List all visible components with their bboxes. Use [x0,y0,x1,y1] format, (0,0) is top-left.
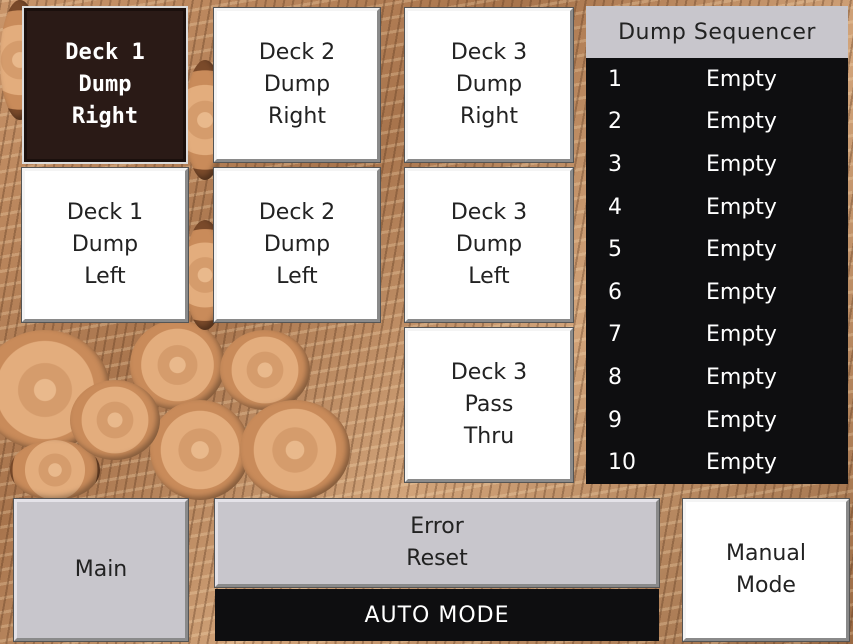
sequencer-row-number: 8 [608,364,622,390]
deck2-dump-right-button[interactable]: Deck 2 Dump Right [213,7,381,163]
manual-mode-button[interactable]: Manual Mode [682,498,850,642]
sequencer-row: 1 Empty [586,58,848,101]
sequencer-row: 9 Empty [586,399,848,442]
sequencer-row-value: Empty [706,109,777,135]
log-end [70,380,160,460]
deck3-dump-right-button[interactable]: Deck 3 Dump Right [404,7,574,163]
sequencer-row-number: 9 [608,407,622,433]
sequencer-row: 10 Empty [586,441,848,484]
sequencer-row: 3 Empty [586,143,848,186]
sequencer-row-value: Empty [706,237,777,263]
sequencer-row-number: 3 [608,151,622,177]
sequencer-row: 6 Empty [586,271,848,314]
sequencer-row-value: Empty [706,279,777,305]
sequencer-row-value: Empty [706,151,777,177]
dump-sequencer-title: Dump Sequencer [586,6,848,58]
deck1-dump-right-button[interactable]: Deck 1 Dump Right [22,6,188,164]
sequencer-row-number: 4 [608,194,622,220]
sequencer-row-value: Empty [706,364,777,390]
sequencer-row: 4 Empty [586,186,848,229]
sequencer-row-number: 2 [608,109,622,135]
sequencer-row-value: Empty [706,66,777,92]
sequencer-row-value: Empty [706,194,777,220]
deck3-dump-left-button[interactable]: Deck 3 Dump Left [404,167,574,323]
sequencer-row: 7 Empty [586,314,848,357]
sequencer-row-value: Empty [706,322,777,348]
auto-mode-status: AUTO MODE [215,589,659,641]
sequencer-row-number: 1 [608,66,622,92]
dump-sequencer-panel: Dump Sequencer 1 Empty 2 Empty 3 Empty 4… [586,6,848,484]
log-end [150,400,250,500]
error-reset-button[interactable]: Error Reset [214,498,660,588]
deck3-pass-thru-button[interactable]: Deck 3 Pass Thru [404,327,574,483]
sequencer-row-number: 5 [608,237,622,263]
sequencer-row: 5 Empty [586,228,848,271]
sequencer-row-value: Empty [706,407,777,433]
sequencer-row: 8 Empty [586,356,848,399]
deck1-dump-left-button[interactable]: Deck 1 Dump Left [21,167,189,323]
deck2-dump-left-button[interactable]: Deck 2 Dump Left [213,167,381,323]
main-button[interactable]: Main [13,498,189,642]
sequencer-row: 2 Empty [586,101,848,144]
sequencer-row-number: 7 [608,322,622,348]
sequencer-row-value: Empty [706,450,777,476]
sequencer-row-number: 6 [608,279,622,305]
sequencer-row-number: 10 [608,450,636,476]
log-end [220,330,310,410]
log-end [240,400,350,500]
